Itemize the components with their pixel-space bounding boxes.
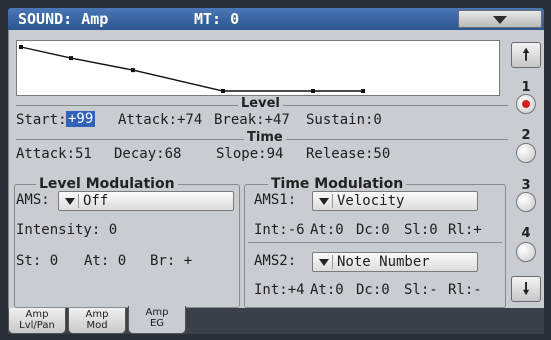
ams2-dropdown[interactable]: Note Number	[312, 252, 478, 272]
start-label: Start:	[16, 112, 67, 128]
release-time-value[interactable]: Release:50	[306, 146, 390, 162]
menu-arrow-icon	[493, 16, 507, 24]
tab-label-line1: Amp	[145, 307, 169, 318]
start-level-value[interactable]: +99	[66, 111, 96, 127]
ams1-dropdown[interactable]: Velocity	[312, 191, 478, 211]
rl2-value[interactable]: Rl:-	[448, 282, 482, 298]
dropdown-separator	[332, 194, 333, 208]
ams-dropdown[interactable]: Off	[58, 191, 234, 211]
at2-value[interactable]: At:0	[310, 282, 344, 298]
sl1-value[interactable]: Sl:0	[404, 222, 438, 238]
chevron-down-icon	[319, 259, 329, 266]
arrow-up-icon: 🠕	[522, 45, 530, 64]
int1-value[interactable]: Int:-6	[254, 222, 305, 238]
envelope-point	[19, 45, 23, 49]
ams-value: Off	[83, 193, 109, 209]
level-modulation-title: Level Modulation	[36, 176, 178, 192]
envelope-point	[311, 89, 315, 93]
time-section-title: Time	[244, 130, 286, 145]
envelope-point	[131, 68, 135, 73]
sustain-level-value[interactable]: Sustain:0	[306, 112, 382, 128]
mt-indicator: MT: 0	[194, 10, 240, 28]
at1-value[interactable]: At:0	[310, 222, 344, 238]
br-value[interactable]: Br: +	[150, 253, 192, 269]
attack-time-value[interactable]: Attack:51	[16, 146, 92, 162]
attack-level-value[interactable]: Attack:+74	[118, 112, 202, 128]
dc1-value[interactable]: Dc:0	[356, 222, 390, 238]
int2-value[interactable]: Int:+4	[254, 282, 305, 298]
page-1-indicator[interactable]	[516, 94, 536, 114]
chevron-down-icon	[65, 198, 75, 205]
tab-label-line1: Amp	[85, 309, 109, 320]
rl1-value[interactable]: Rl:+	[448, 222, 482, 238]
tab-amp-lvl-pan[interactable]: Amp Lvl/Pan	[8, 308, 66, 334]
page-number: 2	[521, 128, 531, 143]
ams2-label: AMS2:	[254, 253, 297, 269]
page-selector: 🠕 1 2 3 4 🠗	[508, 30, 544, 308]
intensity-value[interactable]: Intensity: 0	[16, 222, 117, 238]
time-modulation-title: Time Modulation	[268, 176, 407, 192]
envelope-point	[221, 89, 225, 93]
dropdown-separator	[332, 255, 333, 269]
tab-label-line2: Lvl/Pan	[19, 320, 55, 331]
level-section-title: Level	[238, 96, 283, 111]
page-number: 4	[521, 226, 531, 241]
ams2-value: Note Number	[337, 254, 430, 270]
envelope-point	[361, 89, 365, 93]
page-number: 1	[521, 80, 531, 95]
envelope-graph	[16, 40, 500, 96]
page-4-indicator[interactable]	[516, 242, 536, 262]
break-level-value[interactable]: Break:+47	[214, 112, 290, 128]
envelope-line	[20, 46, 363, 92]
page-title: SOUND: Amp	[18, 10, 109, 28]
page-number: 3	[521, 178, 531, 193]
tab-label-line1: Amp	[25, 309, 49, 320]
dropdown-separator	[78, 194, 79, 208]
ams1-label: AMS1:	[254, 192, 297, 208]
chevron-down-icon	[319, 198, 329, 205]
st-value[interactable]: St: 0	[16, 253, 58, 269]
arrow-down-icon: 🠗	[522, 279, 530, 298]
dc2-value[interactable]: Dc:0	[356, 282, 390, 298]
page-menu-button[interactable]	[458, 10, 542, 28]
tab-amp-eg[interactable]: Amp EG	[128, 306, 186, 334]
title-bar: SOUND: Amp MT: 0	[8, 8, 544, 30]
sl2-value[interactable]: Sl:-	[404, 282, 438, 298]
ams-divider	[248, 242, 502, 243]
at-value[interactable]: At: 0	[84, 253, 126, 269]
envelope-svg	[19, 45, 365, 93]
slope-time-value[interactable]: Slope:94	[216, 146, 283, 162]
page-3-indicator[interactable]	[516, 192, 536, 212]
decay-time-value[interactable]: Decay:68	[114, 146, 181, 162]
tab-amp-mod[interactable]: Amp Mod	[68, 308, 126, 334]
scroll-up-button[interactable]: 🠕	[511, 42, 541, 68]
envelope-point	[69, 56, 73, 61]
tab-label-line2: Mod	[86, 320, 108, 331]
scroll-down-button[interactable]: 🠗	[511, 276, 541, 302]
ams-label: AMS:	[16, 192, 50, 208]
tab-label-line2: EG	[149, 318, 165, 329]
ams1-value: Velocity	[337, 193, 405, 209]
tab-bar: Amp Lvl/Pan Amp Mod Amp EG	[8, 306, 544, 334]
page-2-indicator[interactable]	[516, 143, 536, 163]
